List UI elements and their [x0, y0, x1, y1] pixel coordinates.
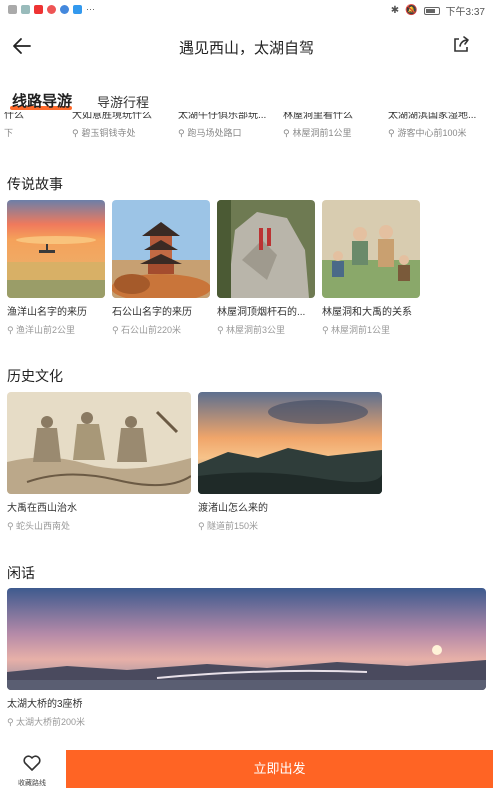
item-title: 太湖牛仔俱乐部玩... — [178, 112, 267, 121]
location-pin-icon: ⚲ — [7, 325, 14, 335]
status-bar: ··· ✱ 🔕 下午3:37 — [0, 0, 493, 20]
mute-icon: 🔕 — [405, 5, 418, 16]
story-title: 林屋洞和大禹的关系 — [322, 307, 412, 318]
story-location: 林屋洞前1公里 — [331, 325, 391, 335]
alert-icon — [47, 4, 56, 14]
item-location: 林屋洞前1公里 — [292, 128, 352, 138]
page-title: 遇见西山，太湖自驾 — [178, 40, 314, 57]
chat-image-bridge-sunset — [7, 588, 486, 690]
story-image-pavilion — [112, 200, 210, 298]
item-location: 游客中心前100米 — [397, 128, 467, 138]
story-title: 林屋洞顶烟杆石的... — [217, 307, 306, 318]
cloud-icon — [21, 4, 30, 14]
history-location: 蛇头山西南处 — [16, 521, 71, 531]
location-pin-icon: ⚲ — [7, 717, 14, 727]
story-location-row: ⚲ 渔洋山前2公里 — [7, 323, 105, 336]
section-title-legend: 传说故事 — [7, 176, 63, 192]
location-pin-icon: ⚲ — [198, 521, 205, 531]
story-card[interactable]: 石公山名字的来历 ⚲ 石公山前220米 — [112, 200, 210, 336]
list-item[interactable]: 什么 下 — [4, 112, 44, 140]
story-location: 渔洋山前2公里 — [16, 325, 76, 335]
history-image-sunset-hills — [198, 392, 382, 494]
location-pin-icon: ⚲ — [112, 325, 119, 335]
chat-location-row: ⚲ 太湖大桥前200米 — [7, 715, 486, 728]
location-pin-icon: ⚲ — [7, 521, 14, 531]
item-location: 碧玉铜钱寺处 — [81, 128, 136, 138]
history-title: 大禹在西山治水 — [7, 503, 77, 514]
story-image-painting — [322, 200, 420, 298]
list-item[interactable]: 太湖牛仔俱乐部玩... ⚲ 跑马场处路口 — [178, 112, 278, 140]
tab-route-guide[interactable]: 线路导游 — [12, 90, 72, 111]
item-location-row: ⚲ 跑马场处路口 — [178, 126, 278, 140]
app-notification-icon — [34, 4, 43, 14]
notification-icons: ··· — [8, 4, 95, 14]
chat-location: 太湖大桥前200米 — [16, 717, 86, 727]
location-pin-icon: ⚲ — [283, 128, 290, 138]
history-card[interactable]: 大禹在西山治水 ⚲ 蛇头山西南处 — [7, 392, 191, 532]
list-item[interactable]: 太湖湖滨国家湿地... ⚲ 游客中心前100米 — [388, 112, 488, 140]
item-title: 大如意胜境玩什么 — [72, 112, 152, 121]
signal-icon — [8, 4, 17, 14]
item-title: 林屋洞里看什么 — [283, 112, 353, 121]
favorite-label: 收藏路线 — [18, 780, 46, 787]
tab-itinerary[interactable]: 导游行程 — [97, 92, 149, 111]
story-card[interactable]: 林屋洞顶烟杆石的... ⚲ 林屋洞前3公里 — [217, 200, 315, 336]
start-now-button[interactable]: 立即出发 — [66, 750, 493, 788]
bluetooth-icon: ✱ — [390, 5, 400, 16]
item-location-row: ⚲ 碧玉铜钱寺处 — [72, 126, 172, 140]
location-pin-icon: ⚲ — [322, 325, 329, 335]
story-title: 渔洋山名字的来历 — [7, 307, 87, 318]
item-location: 下 — [4, 128, 14, 138]
chat-card[interactable]: 太湖大桥的3座桥 ⚲ 太湖大桥前200米 — [7, 588, 486, 728]
item-location-row: ⚲ 游客中心前100米 — [388, 126, 488, 140]
story-title: 石公山名字的来历 — [112, 307, 192, 318]
history-location: 隧道前150米 — [207, 521, 259, 531]
item-title: 太湖湖滨国家湿地... — [388, 112, 477, 121]
location-pin-icon: ⚲ — [178, 128, 185, 138]
status-time: 下午3:37 — [445, 7, 485, 18]
battery-icon — [423, 6, 440, 15]
story-location: 林屋洞前3公里 — [226, 325, 286, 335]
story-location-row: ⚲ 林屋洞前3公里 — [217, 323, 315, 336]
history-location-row: ⚲ 隧道前150米 — [198, 519, 382, 532]
history-location-row: ⚲ 蛇头山西南处 — [7, 519, 191, 532]
story-location-row: ⚲ 石公山前220米 — [112, 323, 210, 336]
location-pin-icon: ⚲ — [72, 128, 79, 138]
share-icon[interactable] — [451, 35, 471, 55]
header: 遇见西山，太湖自驾 — [0, 20, 493, 74]
bottom-bar: 收藏路线 立即出发 — [0, 748, 493, 788]
story-location: 石公山前220米 — [121, 325, 182, 335]
history-card[interactable]: 渡渚山怎么来的 ⚲ 隧道前150米 — [198, 392, 382, 532]
item-location: 跑马场处路口 — [187, 128, 242, 138]
story-card[interactable]: 林屋洞和大禹的关系 ⚲ 林屋洞前1公里 — [322, 200, 420, 336]
story-card[interactable]: 渔洋山名字的来历 ⚲ 渔洋山前2公里 — [7, 200, 105, 336]
heart-icon — [23, 755, 41, 771]
item-location-row: ⚲ 林屋洞前1公里 — [283, 126, 383, 140]
previous-items-row: 什么 下 大如意胜境玩什么 ⚲ 碧玉铜钱寺处 太湖牛仔俱乐部玩... ⚲ 跑马场… — [0, 112, 493, 146]
chat-title: 太湖大桥的3座桥 — [7, 699, 83, 710]
story-image-rock — [217, 200, 315, 298]
history-title: 渡渚山怎么来的 — [198, 503, 268, 514]
history-image-flood-control — [7, 392, 191, 494]
location-pin-icon: ⚲ — [217, 325, 224, 335]
list-item[interactable]: 林屋洞里看什么 ⚲ 林屋洞前1公里 — [283, 112, 383, 140]
app-icon — [60, 4, 69, 14]
section-title-chat: 闲话 — [7, 565, 35, 581]
section-title-history: 历史文化 — [7, 368, 63, 384]
item-title: 什么 — [4, 112, 24, 121]
app-icon-2 — [73, 4, 82, 14]
favorite-route-button[interactable]: 收藏路线 — [14, 754, 50, 788]
tab-bar: 线路导游 导游行程 — [0, 82, 493, 112]
more-notifications-icon: ··· — [86, 4, 95, 14]
list-item[interactable]: 大如意胜境玩什么 ⚲ 碧玉铜钱寺处 — [72, 112, 172, 140]
story-image-sunset-lake — [7, 200, 105, 298]
story-location-row: ⚲ 林屋洞前1公里 — [322, 323, 420, 336]
location-pin-icon: ⚲ — [388, 128, 395, 138]
